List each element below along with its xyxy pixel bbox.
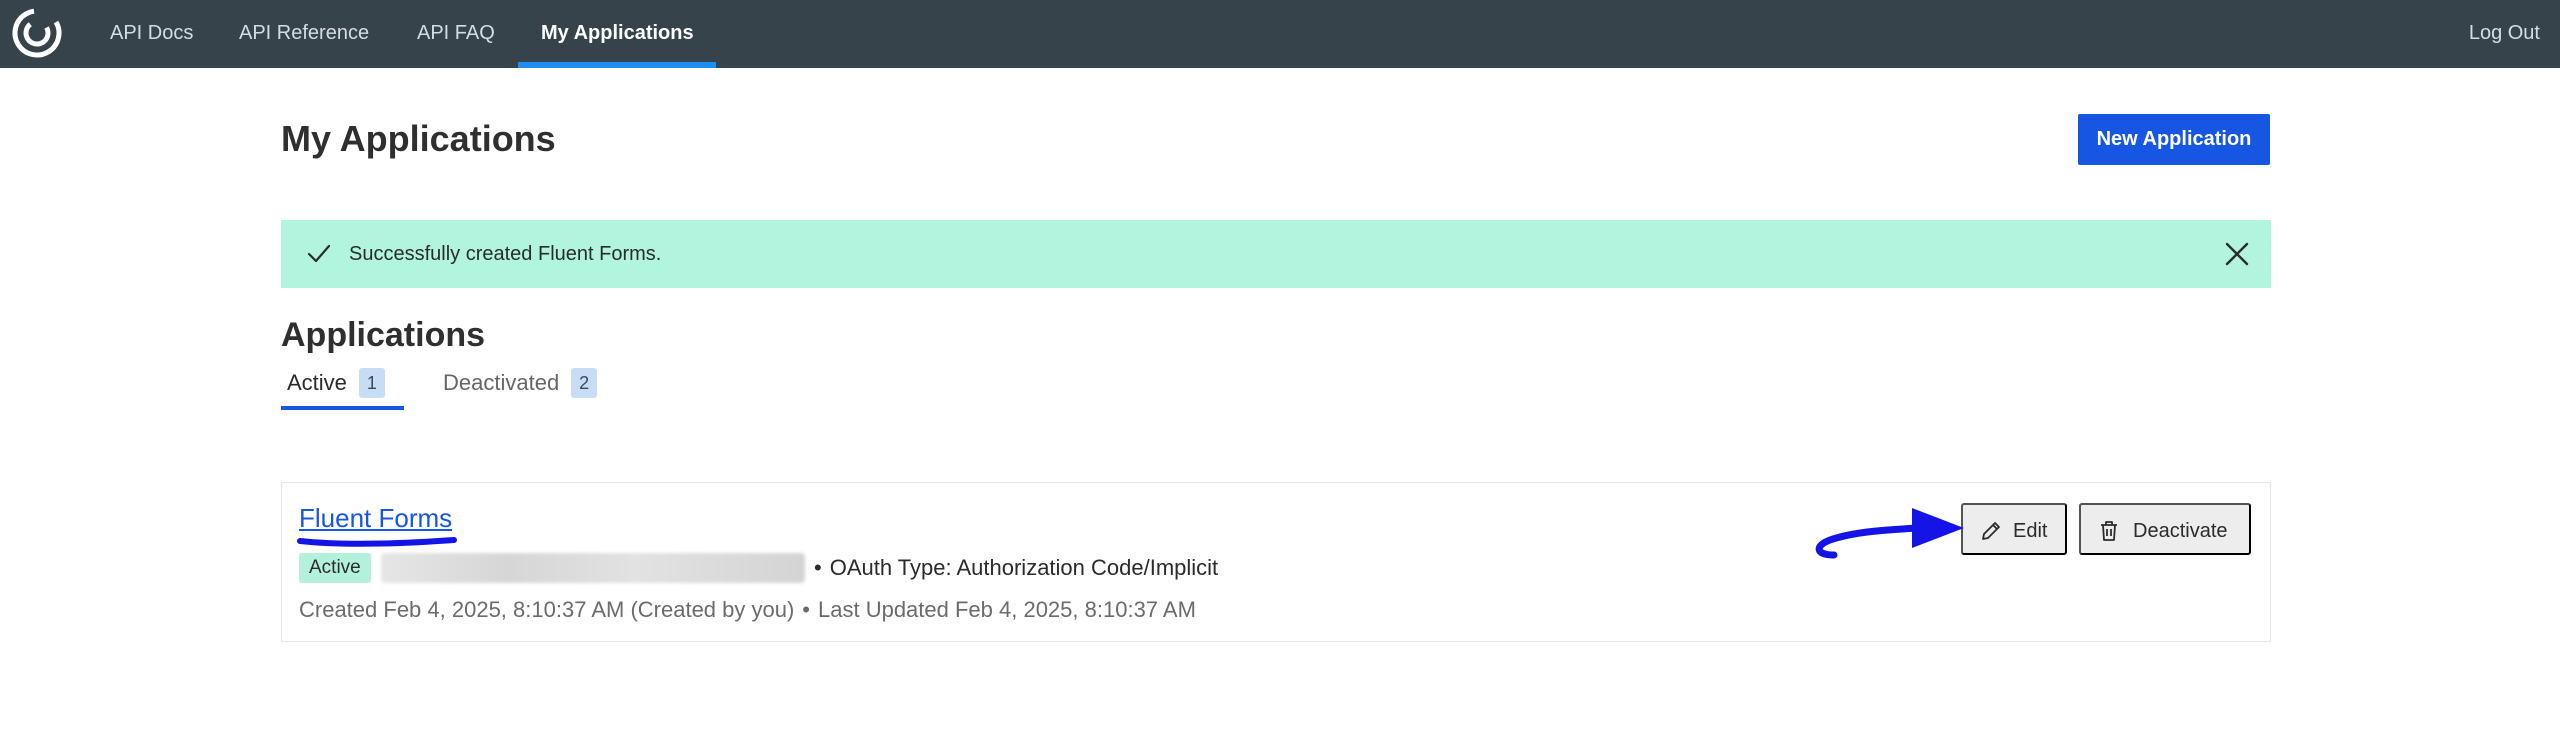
application-meta: Created Feb 4, 2025, 8:10:37 AM (Created… <box>299 595 1196 625</box>
tab-active-indicator <box>281 406 404 410</box>
pencil-icon <box>1982 522 2000 540</box>
nav-api-docs[interactable]: API Docs <box>110 0 193 68</box>
page-title: My Applications <box>281 118 556 159</box>
oauth-type: • OAuth Type: Authorization Code/Implicit <box>814 553 1218 583</box>
logout-link[interactable]: Log Out <box>2469 0 2540 68</box>
redacted-client-id <box>381 553 805 583</box>
tab-active[interactable]: Active 1 <box>281 368 385 410</box>
application-name-link[interactable]: Fluent Forms <box>299 503 452 534</box>
success-alert: Successfully created Fluent Forms. <box>281 220 2271 288</box>
edit-button[interactable]: Edit <box>1961 503 2067 555</box>
tab-active-label: Active <box>287 370 347 395</box>
application-card: Fluent Forms Active • OAuth Type: Authori… <box>281 482 2271 642</box>
close-icon[interactable] <box>2221 238 2253 270</box>
edit-button-label: Edit <box>2013 520 2048 542</box>
updated-text: Last Updated Feb 4, 2025, 8:10:37 AM <box>818 597 1196 622</box>
separator-dot: • <box>814 555 822 580</box>
annotation-arrow-icon <box>1815 508 1964 559</box>
new-application-button[interactable]: New Application <box>2078 114 2270 165</box>
checkmark-icon <box>307 244 331 263</box>
separator-dot: • <box>802 597 810 622</box>
tab-deactivated-count-badge: 2 <box>571 368 598 398</box>
nav-my-applications[interactable]: My Applications <box>541 0 694 68</box>
applications-heading: Applications <box>281 316 486 354</box>
trash-icon <box>2101 521 2117 541</box>
circular-c-logo-icon[interactable] <box>10 6 64 60</box>
nav-api-reference[interactable]: API Reference <box>239 0 369 68</box>
nav-active-indicator <box>518 62 716 68</box>
annotation-underline <box>297 537 457 547</box>
tab-deactivated[interactable]: Deactivated 2 <box>437 368 598 410</box>
deactivate-button-label: Deactivate <box>2133 520 2228 542</box>
nav-api-faq[interactable]: API FAQ <box>417 0 495 68</box>
top-nav: API Docs API Reference API FAQ My Applic… <box>0 0 2560 68</box>
created-text: Created Feb 4, 2025, 8:10:37 AM (Created… <box>299 597 795 622</box>
deactivate-button[interactable]: Deactivate <box>2079 503 2251 555</box>
tab-active-count-badge: 1 <box>358 368 385 398</box>
oauth-type-text: OAuth Type: Authorization Code/Implicit <box>829 555 1219 580</box>
alert-message: Successfully created Fluent Forms. <box>349 243 662 265</box>
status-badge: Active <box>299 553 371 583</box>
tab-deactivated-label: Deactivated <box>443 370 560 395</box>
